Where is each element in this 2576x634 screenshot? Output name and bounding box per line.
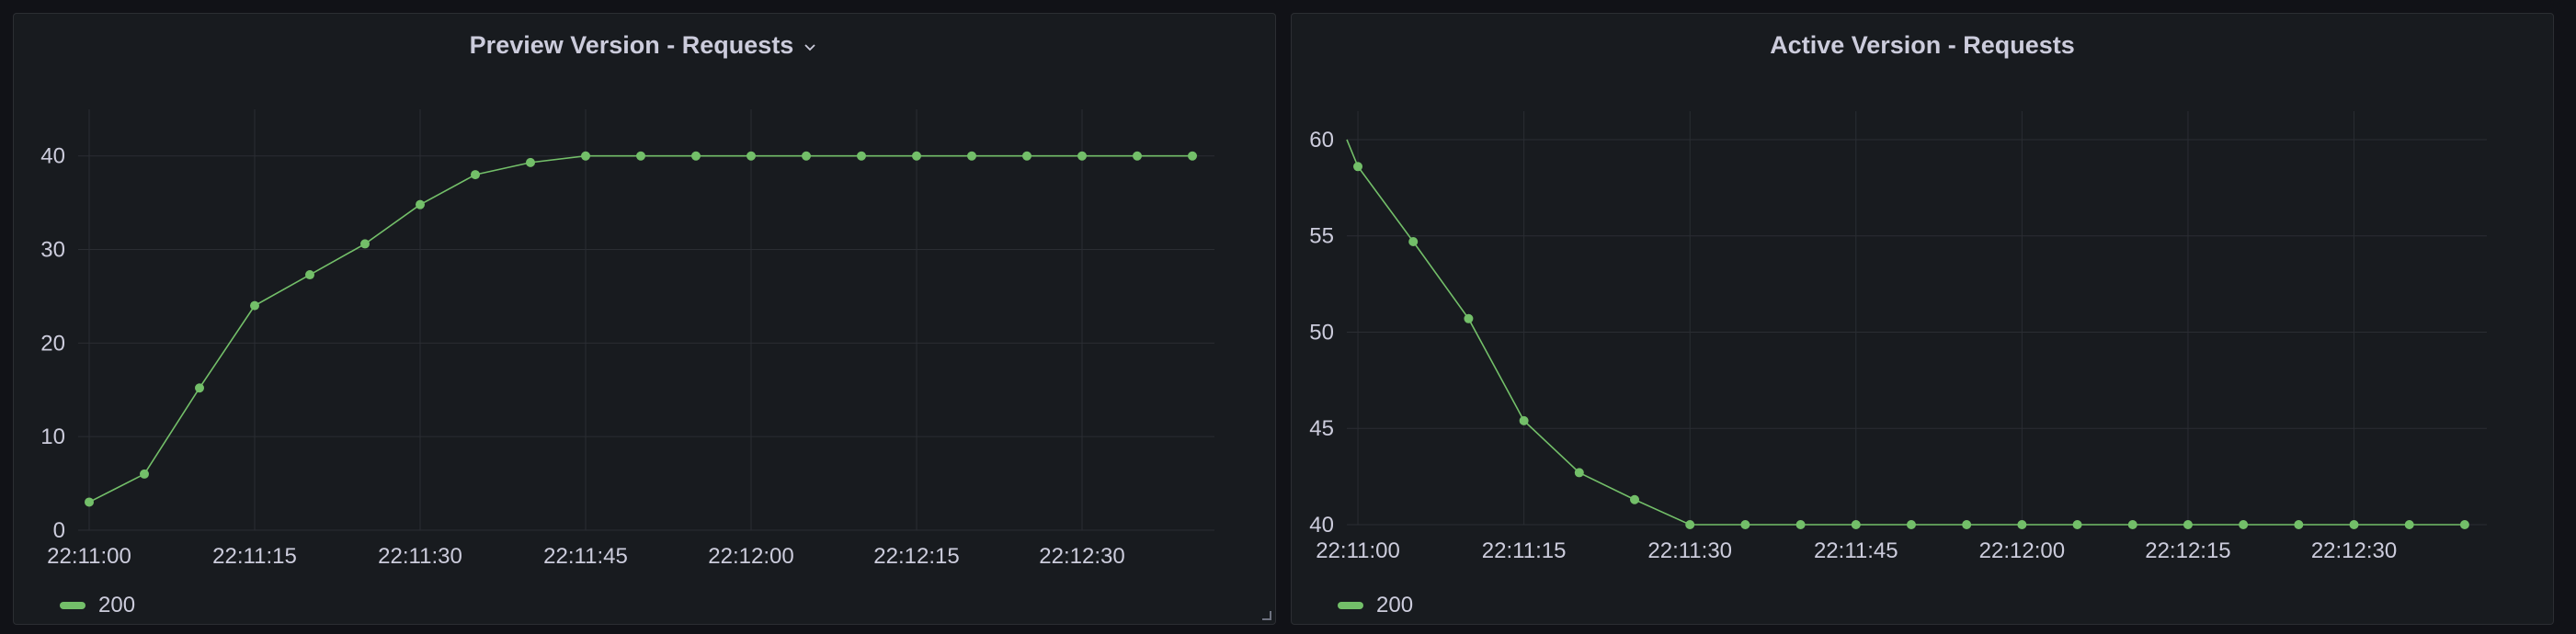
data-point: [2017, 520, 2027, 529]
legend-swatch: [60, 602, 85, 609]
data-point: [1353, 162, 1363, 172]
x-tick-label: 22:11:30: [1647, 538, 1732, 563]
active-version-requests-panel: Active Version - Requests 40 45 50 55 60 22:1…: [1291, 13, 2554, 625]
legend[interactable]: 200: [60, 593, 135, 618]
x-tick-label: 22:12:30: [2311, 538, 2397, 563]
data-point: [85, 497, 94, 507]
data-point: [967, 151, 976, 161]
x-tick-label: 22:12:00: [1979, 538, 2065, 563]
legend[interactable]: 200: [1338, 593, 1413, 618]
data-point: [416, 199, 425, 209]
legend-label: 200: [98, 593, 136, 617]
legend-label: 200: [1376, 593, 1414, 617]
data-point: [747, 151, 756, 161]
data-point: [1906, 520, 1916, 529]
data-point: [1574, 468, 1584, 478]
x-tick-label: 22:11:45: [1814, 538, 1898, 563]
x-tick-label: 22:12:30: [1039, 544, 1124, 569]
data-point: [360, 239, 370, 249]
x-tick-label: 22:11:00: [1316, 538, 1400, 563]
data-point: [2294, 520, 2304, 529]
data-point: [691, 151, 701, 161]
resize-handle-icon[interactable]: [1260, 609, 1271, 620]
data-point: [802, 151, 811, 161]
y-tick-label: 55: [1309, 224, 1334, 249]
y-tick-label: 30: [40, 238, 65, 263]
y-tick-label: 45: [1309, 416, 1334, 441]
data-point: [526, 157, 535, 167]
requests-line-chart[interactable]: 0 10 20 30 40 22:11:00 22:11:15 22:11:30 22:11:4…: [14, 14, 1277, 626]
data-point: [2404, 520, 2414, 529]
x-tick-label: 22:11:45: [543, 544, 628, 569]
data-point: [2127, 520, 2137, 529]
data-point: [1133, 151, 1142, 161]
x-tick-label: 22:11:15: [1482, 538, 1567, 563]
data-point: [636, 151, 645, 161]
data-point: [471, 170, 480, 180]
data-point: [305, 270, 314, 280]
data-point: [2183, 520, 2193, 529]
y-tick-label: 0: [53, 518, 65, 543]
data-point: [2072, 520, 2082, 529]
data-point: [1022, 151, 1032, 161]
data-point: [140, 469, 149, 479]
data-point: [1795, 520, 1806, 529]
data-point: [912, 151, 921, 161]
y-tick-label: 40: [40, 144, 65, 169]
data-point: [195, 383, 204, 393]
x-tick-label: 22:12:15: [2145, 538, 2230, 563]
data-point: [581, 151, 590, 161]
y-tick-label: 20: [40, 331, 65, 356]
x-tick-label: 22:11:00: [47, 544, 131, 569]
data-point: [1519, 415, 1529, 425]
data-point: [1464, 313, 1474, 323]
data-point: [857, 151, 866, 161]
data-point: [2349, 520, 2359, 529]
x-tick-label: 22:12:00: [708, 544, 793, 569]
data-point: [2239, 520, 2249, 529]
data-point: [1851, 520, 1861, 529]
y-tick-label: 50: [1309, 320, 1334, 345]
data-point: [1685, 520, 1695, 529]
data-point: [1962, 520, 1972, 529]
data-point: [1408, 237, 1419, 246]
data-point: [1077, 151, 1087, 161]
data-point: [2459, 520, 2469, 529]
x-tick-label: 22:11:15: [212, 544, 297, 569]
y-tick-label: 60: [1309, 128, 1334, 153]
data-point: [250, 300, 259, 311]
data-point: [1740, 520, 1750, 529]
preview-version-requests-panel: Preview Version - Requests 0 10 20 30 40 22:1…: [13, 13, 1276, 625]
legend-swatch: [1338, 602, 1363, 609]
requests-line-chart[interactable]: 40 45 50 55 60 22:11:00 22:11:15 22:11:30 22:11:…: [1292, 14, 2555, 626]
y-tick-label: 10: [40, 425, 65, 449]
y-tick-label: 40: [1309, 513, 1334, 538]
x-tick-label: 22:11:30: [378, 544, 462, 569]
data-point: [1188, 151, 1197, 161]
x-tick-label: 22:12:15: [873, 544, 959, 569]
data-point: [1630, 494, 1640, 504]
